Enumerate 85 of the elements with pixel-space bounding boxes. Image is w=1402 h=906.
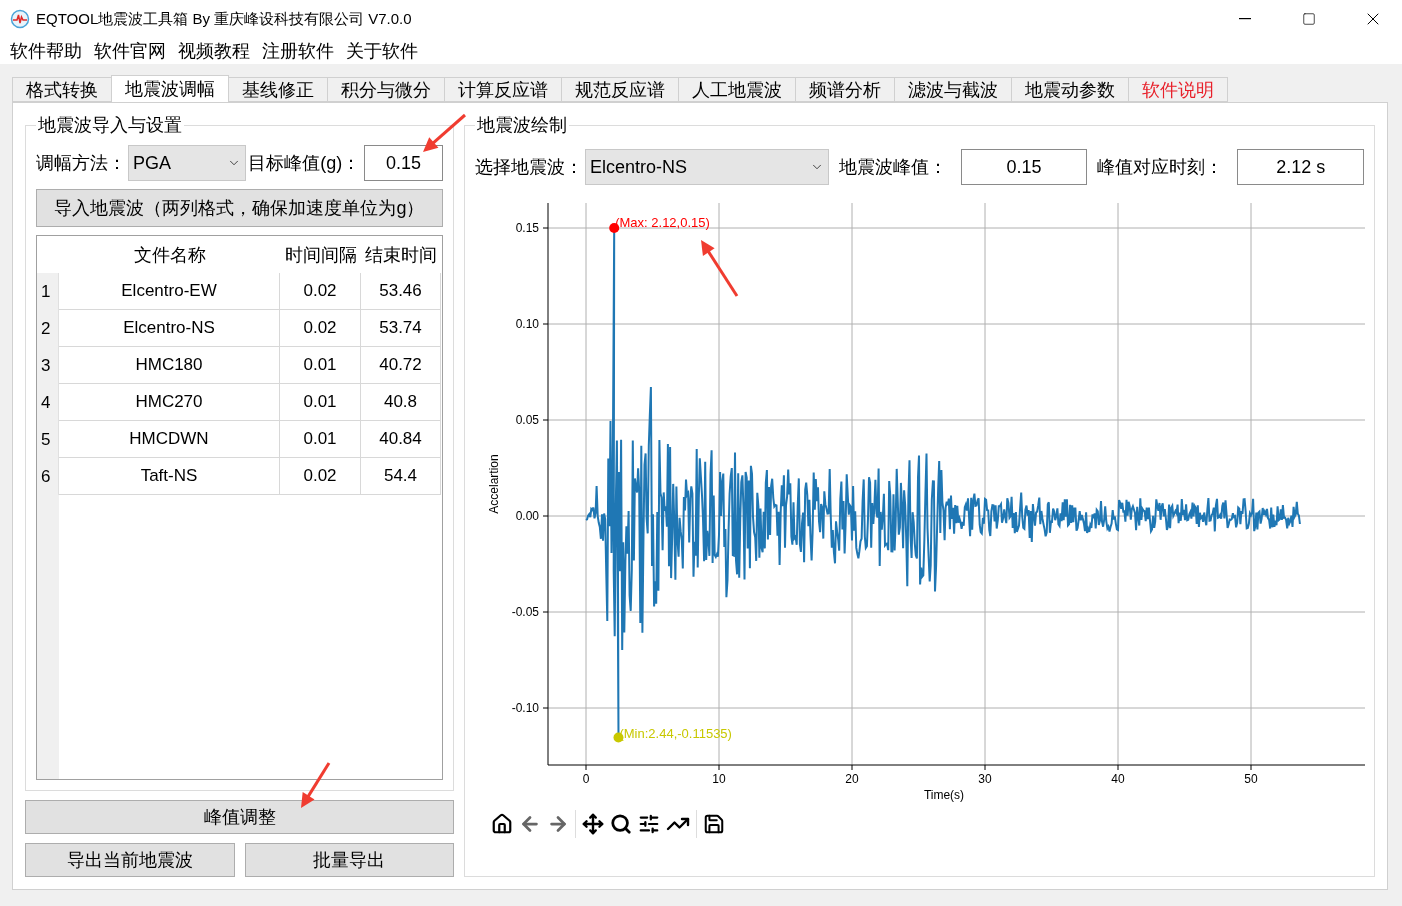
- y-tick-label: 0.10: [515, 317, 539, 331]
- window-title: EQTOOL地震波工具箱 By 重庆峰设科技有限公司 V7.0.0: [36, 9, 413, 29]
- x-tick-label: 0: [582, 772, 590, 786]
- annotation-arrow: [701, 240, 739, 297]
- y-tick-label: 0.15: [515, 221, 539, 235]
- peak-time-label: 峰值对应时刻：: [1097, 156, 1224, 179]
- peak-value-field[interactable]: 0.15: [960, 149, 1088, 185]
- tab[interactable]: 规范反应谱: [561, 77, 679, 102]
- import-button[interactable]: 导入地震波（两列格式，确保加速度单位为g）: [36, 189, 443, 227]
- group-title: 地震波绘制: [476, 114, 568, 137]
- x-tick-label: 10: [712, 772, 726, 786]
- table-cell: 40.72: [361, 347, 441, 384]
- group-title: 地震波导入与设置: [37, 114, 183, 137]
- settings-icon[interactable]: [638, 813, 660, 835]
- tab[interactable]: 软件说明: [1128, 77, 1228, 102]
- maximize-icon: [1302, 12, 1316, 26]
- target-label: 目标峰值(g)：: [248, 152, 361, 175]
- y-tick-label: -0.05: [511, 605, 539, 619]
- y-tick-label: 0.00: [515, 509, 539, 523]
- tab[interactable]: 地震动参数: [1011, 77, 1129, 102]
- tab[interactable]: 地震波调幅: [111, 75, 229, 102]
- tab[interactable]: 人工地震波: [678, 77, 796, 102]
- x-axis-label: Time(s): [923, 788, 965, 802]
- x-tick-label: 50: [1244, 772, 1258, 786]
- table-cell: 0.02: [280, 310, 361, 347]
- y-axis-label: Accelartion: [487, 454, 501, 514]
- menu-item[interactable]: 视频教程: [172, 39, 256, 63]
- table-cell: 54.4: [361, 458, 441, 495]
- table-cell: HMCDWN: [59, 421, 280, 458]
- row-number: 4: [37, 384, 59, 421]
- x-tick-label: 30: [978, 772, 992, 786]
- table-cell: 0.02: [280, 273, 361, 310]
- app-logo-icon: [10, 9, 30, 29]
- table-cell: Elcentro-EW: [59, 273, 280, 310]
- table-cell: 0.01: [280, 347, 361, 384]
- table-cell: 40.8: [361, 384, 441, 421]
- menu-item[interactable]: 注册软件: [256, 39, 340, 63]
- x-tick-label: 40: [1111, 772, 1125, 786]
- tab[interactable]: 滤波与截波: [894, 77, 1012, 102]
- tab[interactable]: 积分与微分: [327, 77, 445, 102]
- table-cell: 0.01: [280, 421, 361, 458]
- tab[interactable]: 基线修正: [228, 77, 328, 102]
- table-cell: Taft-NS: [59, 458, 280, 495]
- y-tick-label: -0.10: [511, 701, 539, 715]
- move-icon[interactable]: [582, 813, 604, 835]
- wave-dropdown[interactable]: Elcentro-NS: [585, 149, 829, 185]
- table-cell: 0.01: [280, 384, 361, 421]
- tab[interactable]: 计算反应谱: [444, 77, 562, 102]
- save-icon[interactable]: [703, 813, 725, 835]
- y-tick-label: 0.05: [515, 413, 539, 427]
- annotation-arrow: [301, 762, 331, 808]
- table-cell: HMC270: [59, 384, 280, 421]
- row-number: 2: [37, 310, 59, 347]
- row-number: 3: [37, 347, 59, 384]
- menu-item[interactable]: 软件帮助: [4, 39, 88, 63]
- menu-item[interactable]: 软件官网: [88, 39, 172, 63]
- x-tick-label: 20: [845, 772, 859, 786]
- table-cell: 0.02: [280, 458, 361, 495]
- table-cell: Elcentro-NS: [59, 310, 280, 347]
- row-number: 1: [37, 273, 59, 310]
- peak-label: 地震波峰值：: [838, 156, 947, 179]
- export-current-button[interactable]: 导出当前地震波: [25, 843, 235, 877]
- peak-adjust-button[interactable]: 峰值调整: [25, 800, 454, 834]
- select-wave-label: 选择地震波：: [475, 156, 583, 179]
- table-cell: 40.84: [361, 421, 441, 458]
- method-dropdown[interactable]: PGA: [128, 145, 247, 181]
- row-number: 6: [37, 458, 59, 495]
- annotation-arrow: [423, 113, 466, 152]
- table-cell: HMC180: [59, 347, 280, 384]
- minimize-icon: [1239, 18, 1251, 20]
- target-peak-field[interactable]: 0.15: [364, 145, 443, 181]
- table-cell: 53.74: [361, 310, 441, 347]
- tab[interactable]: 格式转换: [12, 77, 112, 102]
- tab[interactable]: 频谱分析: [795, 77, 895, 102]
- menu-item[interactable]: 关于软件: [340, 39, 424, 63]
- min-label: (Min:2.44,-0.11535): [619, 726, 732, 742]
- zoom-icon[interactable]: [610, 813, 632, 835]
- row-number: 5: [37, 421, 59, 458]
- batch-export-button[interactable]: 批量导出: [244, 843, 454, 877]
- peak-time-field[interactable]: 2.12 s: [1237, 149, 1364, 185]
- back-icon[interactable]: [519, 813, 541, 835]
- forward-icon[interactable]: [547, 813, 569, 835]
- home-icon[interactable]: [491, 813, 513, 835]
- method-label: 调幅方法：: [36, 152, 126, 175]
- table-cell: 53.46: [361, 273, 441, 310]
